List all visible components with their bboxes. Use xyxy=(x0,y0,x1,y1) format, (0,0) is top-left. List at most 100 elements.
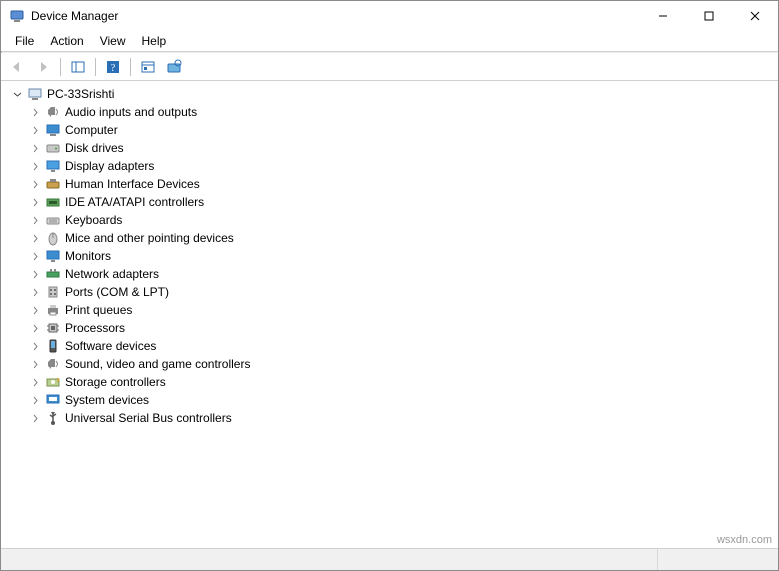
expand-icon[interactable] xyxy=(29,376,41,388)
expand-icon[interactable] xyxy=(29,106,41,118)
expand-icon[interactable] xyxy=(29,322,41,334)
expand-icon[interactable] xyxy=(29,214,41,226)
tree-node-row[interactable]: Display adapters xyxy=(29,157,772,175)
tree-root-row[interactable]: PC-33Srishti xyxy=(11,85,772,103)
tree-node-row[interactable]: Processors xyxy=(29,319,772,337)
tree-node-label: Storage controllers xyxy=(65,373,166,391)
show-hide-console-tree-button[interactable] xyxy=(66,56,90,78)
tree-node-label: Disk drives xyxy=(65,139,124,157)
expand-icon[interactable] xyxy=(29,340,41,352)
storage-icon xyxy=(45,374,61,390)
tree-node-row[interactable]: Network adapters xyxy=(29,265,772,283)
ports-icon xyxy=(45,284,61,300)
menu-help[interactable]: Help xyxy=(134,32,175,50)
tree-node-row[interactable]: IDE ATA/ATAPI controllers xyxy=(29,193,772,211)
menu-file[interactable]: File xyxy=(7,32,42,50)
toolbar-separator xyxy=(95,58,96,76)
window-title: Device Manager xyxy=(31,9,118,23)
tree-node-label: Computer xyxy=(65,121,118,139)
tree-node-row[interactable]: Mice and other pointing devices xyxy=(29,229,772,247)
ide-icon xyxy=(45,194,61,210)
tree-node-row[interactable]: Storage controllers xyxy=(29,373,772,391)
expand-icon[interactable] xyxy=(29,358,41,370)
system-icon xyxy=(45,392,61,408)
tree-node-label: Software devices xyxy=(65,337,156,355)
tree-node-row[interactable]: Monitors xyxy=(29,247,772,265)
expand-icon[interactable] xyxy=(29,160,41,172)
menu-action[interactable]: Action xyxy=(42,32,91,50)
expand-icon[interactable] xyxy=(29,178,41,190)
expand-icon[interactable] xyxy=(29,142,41,154)
tree-node-label: Display adapters xyxy=(65,157,154,175)
mouse-icon xyxy=(45,230,61,246)
processor-icon xyxy=(45,320,61,336)
tree-node-label: Human Interface Devices xyxy=(65,175,200,193)
back-button xyxy=(5,56,29,78)
tree-node-label: Network adapters xyxy=(65,265,159,283)
watermark: wsxdn.com xyxy=(717,534,772,546)
tree-node-label: Audio inputs and outputs xyxy=(65,103,197,121)
tree-node-row[interactable]: System devices xyxy=(29,391,772,409)
toolbar-separator xyxy=(130,58,131,76)
tree-node-row[interactable]: Computer xyxy=(29,121,772,139)
statusbar xyxy=(1,548,778,570)
computer-icon xyxy=(45,122,61,138)
tree-node-label: Universal Serial Bus controllers xyxy=(65,409,232,427)
maximize-button[interactable] xyxy=(686,1,732,31)
tree-node-label: Sound, video and game controllers xyxy=(65,355,250,373)
svg-text:?: ? xyxy=(111,63,116,74)
tree-node-row[interactable]: Disk drives xyxy=(29,139,772,157)
tree-node-label: Keyboards xyxy=(65,211,122,229)
properties-button[interactable] xyxy=(136,56,160,78)
network-icon xyxy=(45,266,61,282)
tree-node-label: Ports (COM & LPT) xyxy=(65,283,169,301)
expand-icon[interactable] xyxy=(29,286,41,298)
tree-node-label: IDE ATA/ATAPI controllers xyxy=(65,193,204,211)
toolbar: ? xyxy=(1,53,778,81)
tree-node-row[interactable]: Sound, video and game controllers xyxy=(29,355,772,373)
help-button[interactable]: ? xyxy=(101,56,125,78)
device-tree: PC-33Srishti Audio inputs and outputsCom… xyxy=(7,85,772,427)
print-icon xyxy=(45,302,61,318)
display-icon xyxy=(45,158,61,174)
forward-button xyxy=(31,56,55,78)
device-manager-icon xyxy=(9,8,25,24)
monitor-icon xyxy=(45,248,61,264)
software-icon xyxy=(45,338,61,354)
device-manager-window: Device Manager File Action View Help ? xyxy=(0,0,779,571)
expand-icon[interactable] xyxy=(29,196,41,208)
expand-icon[interactable] xyxy=(29,304,41,316)
expand-icon[interactable] xyxy=(29,232,41,244)
expand-icon[interactable] xyxy=(29,412,41,424)
tree-node-row[interactable]: Keyboards xyxy=(29,211,772,229)
tree-node-label: System devices xyxy=(65,391,149,409)
menu-view[interactable]: View xyxy=(92,32,134,50)
tree-root-label: PC-33Srishti xyxy=(47,85,114,103)
tree-node-row[interactable]: Print queues xyxy=(29,301,772,319)
disk-icon xyxy=(45,140,61,156)
tree-node-label: Monitors xyxy=(65,247,111,265)
tree-node-row[interactable]: Universal Serial Bus controllers xyxy=(29,409,772,427)
titlebar: Device Manager xyxy=(1,1,778,31)
tree-node-row[interactable]: Ports (COM & LPT) xyxy=(29,283,772,301)
tree-node-row[interactable]: Audio inputs and outputs xyxy=(29,103,772,121)
sound-icon xyxy=(45,356,61,372)
menubar: File Action View Help xyxy=(1,31,778,51)
expand-icon[interactable] xyxy=(29,124,41,136)
toolbar-separator xyxy=(60,58,61,76)
scan-hardware-button[interactable] xyxy=(162,56,186,78)
tree-node-row[interactable]: Software devices xyxy=(29,337,772,355)
tree-node-row[interactable]: Human Interface Devices xyxy=(29,175,772,193)
tree-node-label: Processors xyxy=(65,319,125,337)
collapse-icon[interactable] xyxy=(11,88,23,100)
keyboard-icon xyxy=(45,212,61,228)
expand-icon[interactable] xyxy=(29,250,41,262)
hid-icon xyxy=(45,176,61,192)
tree-node-label: Mice and other pointing devices xyxy=(65,229,234,247)
device-tree-pane[interactable]: PC-33Srishti Audio inputs and outputsCom… xyxy=(1,81,778,548)
expand-icon[interactable] xyxy=(29,268,41,280)
minimize-button[interactable] xyxy=(640,1,686,31)
expand-icon[interactable] xyxy=(29,394,41,406)
close-button[interactable] xyxy=(732,1,778,31)
audio-icon xyxy=(45,104,61,120)
